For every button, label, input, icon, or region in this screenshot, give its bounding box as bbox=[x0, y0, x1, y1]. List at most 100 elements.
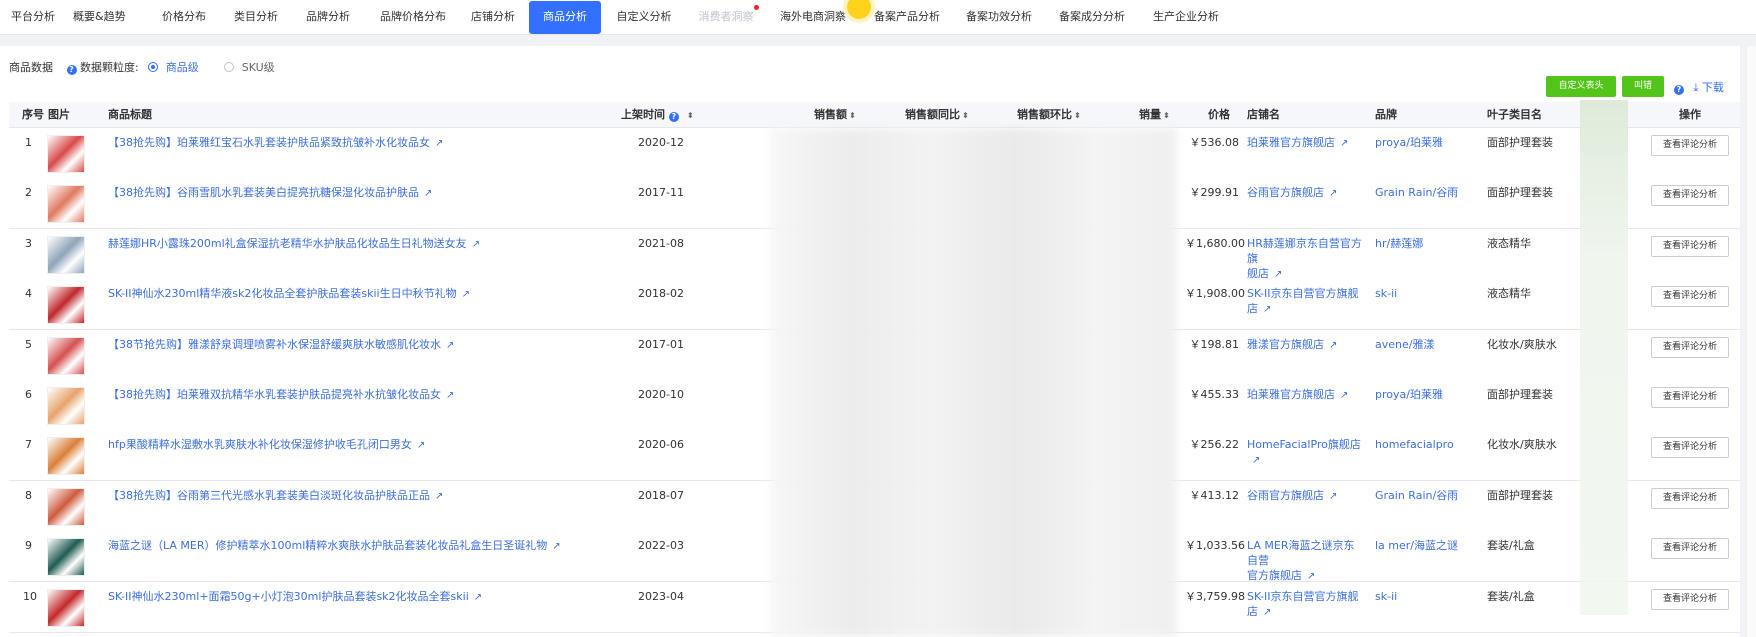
product-thumbnail[interactable] bbox=[47, 538, 85, 577]
brand-link[interactable]: avene/雅漾 bbox=[1375, 337, 1434, 352]
product-thumbnail[interactable] bbox=[47, 387, 85, 425]
help-icon: ? bbox=[668, 112, 679, 122]
col-sales-yoy[interactable]: 销售额同比 ⬍ bbox=[905, 102, 969, 128]
tab-platform[interactable]: 平台分析 bbox=[8, 0, 58, 35]
external-link-icon[interactable]: ↗ bbox=[1263, 304, 1271, 315]
shop-link[interactable]: LA MER海蓝之谜京东自营 官方旗舰店 ↗ bbox=[1247, 538, 1365, 584]
brand-link[interactable]: proya/珀莱雅 bbox=[1375, 387, 1443, 402]
row-index: 8 bbox=[25, 488, 32, 502]
product-title-link[interactable]: 海蓝之谜（LA MER）修护精萃水100ml精粹水爽肤水护肤品套装化妆品礼盒生日… bbox=[108, 538, 561, 554]
shop-link[interactable]: 珀莱雅官方旗舰店 ↗ bbox=[1247, 387, 1365, 403]
download-link[interactable]: ? ⤓ 下载 bbox=[1674, 79, 1724, 95]
product-thumbnail[interactable] bbox=[47, 235, 85, 274]
col-sales-mom[interactable]: 销售额环比 ⬍ bbox=[1017, 102, 1081, 128]
shop-link[interactable]: 谷雨官方旗舰店 ↗ bbox=[1247, 185, 1365, 201]
product-title-link[interactable]: 【38抢先购】谷雨第三代光感水乳套装美白淡斑化妆品护肤品正品 ↗ bbox=[108, 488, 443, 504]
view-review-analysis-button[interactable]: 查看评论分析 bbox=[1651, 235, 1729, 257]
product-thumbnail[interactable] bbox=[47, 336, 85, 375]
view-review-analysis-button[interactable]: 查看评论分析 bbox=[1651, 538, 1729, 560]
help-icon[interactable]: ? bbox=[66, 65, 77, 75]
shop-link[interactable]: HomeFacialPro旗舰店↗ bbox=[1247, 437, 1365, 468]
radio-unchecked-icon bbox=[224, 62, 235, 72]
view-review-analysis-button[interactable]: 查看评论分析 bbox=[1651, 185, 1729, 207]
radio-product-level[interactable]: 商品级 bbox=[148, 61, 202, 74]
scrollbar[interactable] bbox=[1746, 46, 1756, 637]
external-link-icon[interactable]: ↗ bbox=[1329, 188, 1337, 199]
col-idx: 序号 bbox=[22, 108, 44, 121]
shop-link[interactable]: SK-II京东自营官方旗舰店 ↗ bbox=[1247, 589, 1365, 620]
brand-link[interactable]: sk-ii bbox=[1375, 589, 1397, 604]
tab-price-distribution[interactable]: 价格分布 bbox=[159, 0, 209, 35]
external-link-icon[interactable]: ↗ bbox=[1340, 138, 1348, 149]
external-link-icon: ↗ bbox=[424, 188, 433, 200]
view-review-analysis-button[interactable]: 查看评论分析 bbox=[1651, 336, 1729, 358]
shop-link[interactable]: SK-II京东自营官方旗舰店 ↗ bbox=[1247, 286, 1365, 317]
radio-sku-level[interactable]: SKU级 bbox=[224, 61, 275, 74]
view-review-analysis-button[interactable]: 查看评论分析 bbox=[1651, 387, 1729, 408]
product-title-link[interactable]: SK-II神仙水230ml精华液sk2化妆品全套护肤品套装skii生日中秋节礼物… bbox=[108, 286, 470, 302]
leaf-category: 面部护理套装 bbox=[1487, 136, 1553, 149]
tab-product[interactable]: 商品分析 bbox=[529, 1, 601, 34]
product-thumbnail[interactable] bbox=[47, 437, 85, 476]
brand-link[interactable]: homefacialpro bbox=[1375, 437, 1454, 452]
brand-link[interactable]: sk-ii bbox=[1375, 286, 1397, 301]
listed-date: 2017-01 bbox=[638, 337, 684, 351]
col-listed[interactable]: 上架时间 ? ⬍ bbox=[621, 102, 694, 128]
view-review-analysis-button[interactable]: 查看评论分析 bbox=[1651, 588, 1729, 610]
view-review-analysis-button[interactable]: 查看评论分析 bbox=[1651, 135, 1729, 156]
product-title-link[interactable]: 【38节抢先购】雅漾舒泉调理喷雾补水保湿舒缓爽肤水敏感肌化妆水 ↗ bbox=[108, 337, 454, 353]
external-link-icon: ↗ bbox=[471, 238, 481, 250]
col-sales[interactable]: 销售额 ⬍ bbox=[814, 102, 856, 128]
view-review-analysis-button[interactable]: 查看评论分析 bbox=[1651, 286, 1729, 308]
brand-link[interactable]: Grain Rain/谷雨 bbox=[1375, 185, 1458, 200]
product-title-link[interactable]: SK-II神仙水230ml+面霜50g+小灯泡30ml护肤品套装sk2化妆品全套… bbox=[108, 589, 482, 605]
external-link-icon[interactable]: ↗ bbox=[1329, 340, 1337, 351]
tab-category[interactable]: 类目分析 bbox=[231, 0, 281, 35]
report-button[interactable]: 叫错 bbox=[1622, 76, 1664, 97]
external-link-icon[interactable]: ↗ bbox=[1263, 607, 1271, 618]
shop-link[interactable]: HR赫莲娜京东自营官方旗 舰店 ↗ bbox=[1247, 236, 1365, 282]
shop-link[interactable]: 珀莱雅官方旗舰店 ↗ bbox=[1247, 135, 1365, 151]
product-thumbnail[interactable] bbox=[47, 185, 85, 224]
tab-filing-ingredient[interactable]: 备案成分分析 bbox=[1056, 0, 1128, 35]
tab-overview-trend[interactable]: 概要&趋势 bbox=[73, 0, 126, 35]
external-link-icon[interactable]: ↗ bbox=[1274, 269, 1282, 280]
external-link-icon[interactable]: ↗ bbox=[1307, 571, 1315, 582]
status-dot bbox=[847, 0, 871, 19]
view-review-analysis-button[interactable]: 查看评论分析 bbox=[1651, 487, 1729, 509]
col-ops: 操作 bbox=[1679, 108, 1701, 121]
product-title-link[interactable]: 【38抢先购】珀莱雅双抗精华水乳套装护肤品提亮补水抗皱化妆品女 ↗ bbox=[108, 387, 454, 403]
product-title-link[interactable]: 赫莲娜HR小露珠200ml礼盒保湿抗老精华水护肤品化妆品生日礼物送女友 ↗ bbox=[108, 236, 480, 252]
external-link-icon[interactable]: ↗ bbox=[1252, 455, 1260, 466]
sort-icon: ⬍ bbox=[686, 111, 694, 120]
tab-custom[interactable]: 自定义分析 bbox=[614, 0, 674, 35]
tab-filing-efficacy[interactable]: 备案功效分析 bbox=[963, 0, 1035, 35]
product-title-link[interactable]: hfp果酸精粹水湿敷水乳爽肤水补化妆保湿修护收毛孔闭口男女 ↗ bbox=[108, 437, 425, 453]
tab-brand-price[interactable]: 品牌价格分布 bbox=[377, 0, 449, 35]
col-volume[interactable]: 销量 ⬍ bbox=[1139, 102, 1170, 128]
custom-header-button[interactable]: 自定义表头 bbox=[1546, 76, 1616, 97]
product-title-link[interactable]: 【38抢先购】珀莱雅红宝石水乳套装护肤品紧致抗皱补水化妆品女 ↗ bbox=[108, 135, 443, 151]
tab-shop[interactable]: 店铺分析 bbox=[467, 0, 519, 35]
external-link-icon[interactable]: ↗ bbox=[1329, 491, 1337, 502]
product-thumbnail[interactable] bbox=[47, 286, 85, 325]
view-review-analysis-button[interactable]: 查看评论分析 bbox=[1651, 437, 1729, 459]
tab-consumer[interactable]: 消费者洞察 bbox=[695, 0, 757, 35]
product-thumbnail[interactable] bbox=[47, 135, 85, 173]
tab-overseas[interactable]: 海外电商洞察 bbox=[777, 0, 849, 35]
brand-link[interactable]: Grain Rain/谷雨 bbox=[1375, 488, 1458, 503]
tab-brand[interactable]: 品牌分析 bbox=[303, 0, 353, 35]
product-thumbnail[interactable] bbox=[47, 487, 85, 526]
brand-link[interactable]: hr/赫莲娜 bbox=[1375, 236, 1423, 251]
product-thumbnail[interactable] bbox=[47, 588, 85, 627]
external-link-icon[interactable]: ↗ bbox=[1340, 390, 1348, 401]
leaf-category: 套装/礼盒 bbox=[1487, 539, 1535, 553]
brand-link[interactable]: la mer/海蓝之谜 bbox=[1375, 538, 1458, 553]
shop-link[interactable]: 雅漾官方旗舰店 ↗ bbox=[1247, 337, 1365, 353]
leaf-category: 液态精华 bbox=[1487, 287, 1531, 301]
brand-link[interactable]: proya/珀莱雅 bbox=[1375, 135, 1443, 150]
tab-manufacturer[interactable]: 生产企业分析 bbox=[1150, 0, 1222, 35]
tab-filing-product[interactable]: 备案产品分析 bbox=[871, 0, 943, 35]
product-title-link[interactable]: 【38抢先购】谷雨雪肌水乳套装美白提亮抗糖保湿化妆品护肤品 ↗ bbox=[108, 185, 432, 201]
shop-link[interactable]: 谷雨官方旗舰店 ↗ bbox=[1247, 488, 1365, 504]
